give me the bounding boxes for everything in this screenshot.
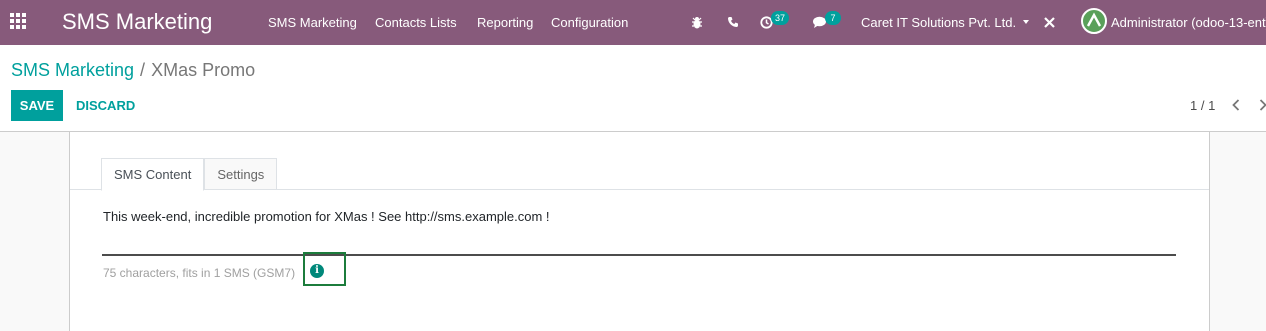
sms-body-field[interactable]: This week-end, incredible promotion for … (103, 209, 550, 225)
company-name: Caret IT Solutions Pvt. Ltd. (861, 15, 1017, 30)
avatar[interactable] (1081, 8, 1107, 34)
user-menu[interactable]: Administrator (odoo-13-ent) (1111, 15, 1266, 31)
menu-contacts-lists[interactable]: Contacts Lists (375, 15, 457, 31)
phone-icon[interactable] (726, 13, 740, 31)
breadcrumb-separator: / (140, 60, 146, 80)
breadcrumb-current: XMas Promo (151, 60, 256, 80)
company-switcher[interactable]: Caret IT Solutions Pvt. Ltd. (861, 15, 1030, 31)
bug-icon[interactable] (690, 13, 704, 31)
app-brand[interactable]: SMS Marketing (62, 9, 212, 35)
info-highlight-box[interactable]: i (303, 252, 346, 286)
breadcrumb-parent-link[interactable]: SMS Marketing (11, 60, 134, 80)
menu-configuration[interactable]: Configuration (551, 15, 628, 31)
pager-next-icon[interactable] (1255, 96, 1266, 114)
discard-button[interactable]: DISCARD (76, 90, 135, 121)
tab-settings[interactable]: Settings (204, 158, 278, 190)
save-button[interactable]: SAVE (11, 90, 63, 121)
close-icon[interactable] (1041, 13, 1057, 31)
pager-value[interactable]: 1 / 1 (1190, 98, 1215, 114)
menu-reporting[interactable]: Reporting (477, 15, 533, 31)
message-count-badge: 7 (825, 11, 841, 25)
pager-previous-icon[interactable] (1228, 96, 1244, 114)
sms-body-underline[interactable] (102, 254, 1176, 256)
form-sheet: SMS Content Settings This week-end, incr… (69, 132, 1210, 331)
tabs-divider (70, 189, 1209, 190)
apps-menu-icon[interactable] (10, 13, 30, 33)
sms-character-counter: 75 characters, fits in 1 SMS (GSM7) (103, 266, 296, 280)
control-panel: SMS Marketing / XMas Promo SAVE DISCARD 1 … (0, 45, 1266, 132)
breadcrumb: SMS Marketing / XMas Promo (11, 59, 255, 81)
top-navbar: SMS Marketing SMS Marketing Contacts Lis… (0, 0, 1266, 45)
info-icon[interactable]: i (310, 264, 324, 278)
tab-sms-content[interactable]: SMS Content (101, 158, 205, 191)
menu-sms-marketing[interactable]: SMS Marketing (268, 15, 357, 31)
notebook-tabs: SMS Content Settings (101, 158, 278, 191)
chevron-down-icon (1023, 19, 1030, 24)
activity-count-badge: 37 (771, 11, 790, 25)
